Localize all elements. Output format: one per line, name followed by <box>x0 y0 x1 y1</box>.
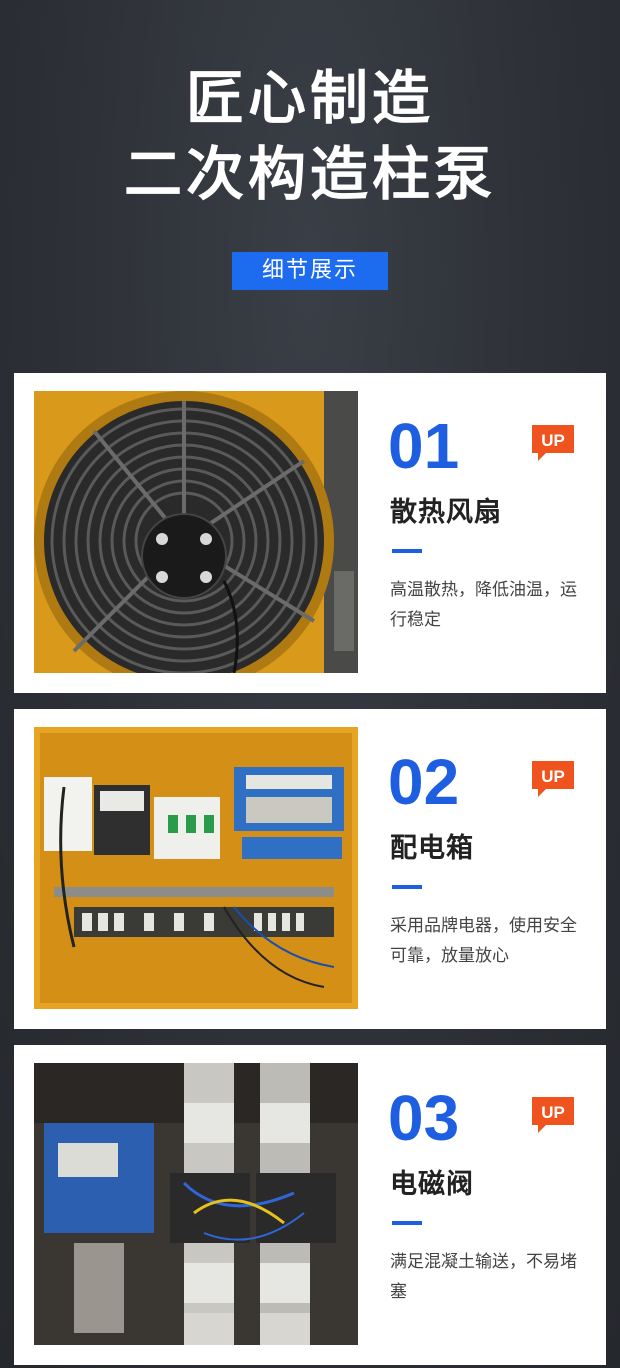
card-title: 配电箱 <box>390 833 474 864</box>
accent-bar <box>392 1221 422 1225</box>
feature-card-distribution-box: 02 UP 配电箱 采用品牌电器，使用安全可靠，放量放心 <box>14 709 606 1029</box>
fan-illustration <box>34 391 358 673</box>
fan-photo <box>34 391 358 673</box>
hero-section: 匠心制造 二次构造柱泵 细节展示 <box>0 0 620 360</box>
hero-title-line1: 匠心制造 <box>185 64 434 132</box>
hero-title-line2: 二次构造柱泵 <box>123 140 496 208</box>
up-label: UP <box>541 431 565 450</box>
feature-card-fan: 01 UP 散热风扇 高温散热，降低油温，运行稳定 <box>14 373 606 693</box>
card-number: 03 <box>388 1082 460 1154</box>
card-description: 满足混凝土输送，不易堵塞 <box>390 1252 577 1302</box>
card-number: 01 <box>388 410 460 482</box>
up-icon: UP <box>532 761 574 797</box>
distribution-box-photo <box>34 727 358 1009</box>
solenoid-valve-photo <box>34 1063 358 1345</box>
accent-bar <box>392 549 422 553</box>
card-description: 采用品牌电器，使用安全可靠，放量放心 <box>390 916 577 966</box>
up-icon: UP <box>532 1097 574 1133</box>
distribution-box-illustration <box>34 727 358 1009</box>
card-title: 电磁阀 <box>390 1169 474 1200</box>
up-label: UP <box>541 767 565 786</box>
accent-bar <box>392 885 422 889</box>
up-icon: UP <box>532 425 574 461</box>
solenoid-valve-illustration <box>34 1063 358 1345</box>
card-title: 散热风扇 <box>390 497 502 528</box>
card-description: 高温散热，降低油温，运行稳定 <box>390 580 577 630</box>
section-badge: 细节展示 <box>232 252 388 290</box>
feature-card-solenoid-valve: 03 UP 电磁阀 满足混凝土输送，不易堵塞 <box>14 1045 606 1365</box>
up-label: UP <box>541 1103 565 1122</box>
card-number: 02 <box>388 746 460 818</box>
